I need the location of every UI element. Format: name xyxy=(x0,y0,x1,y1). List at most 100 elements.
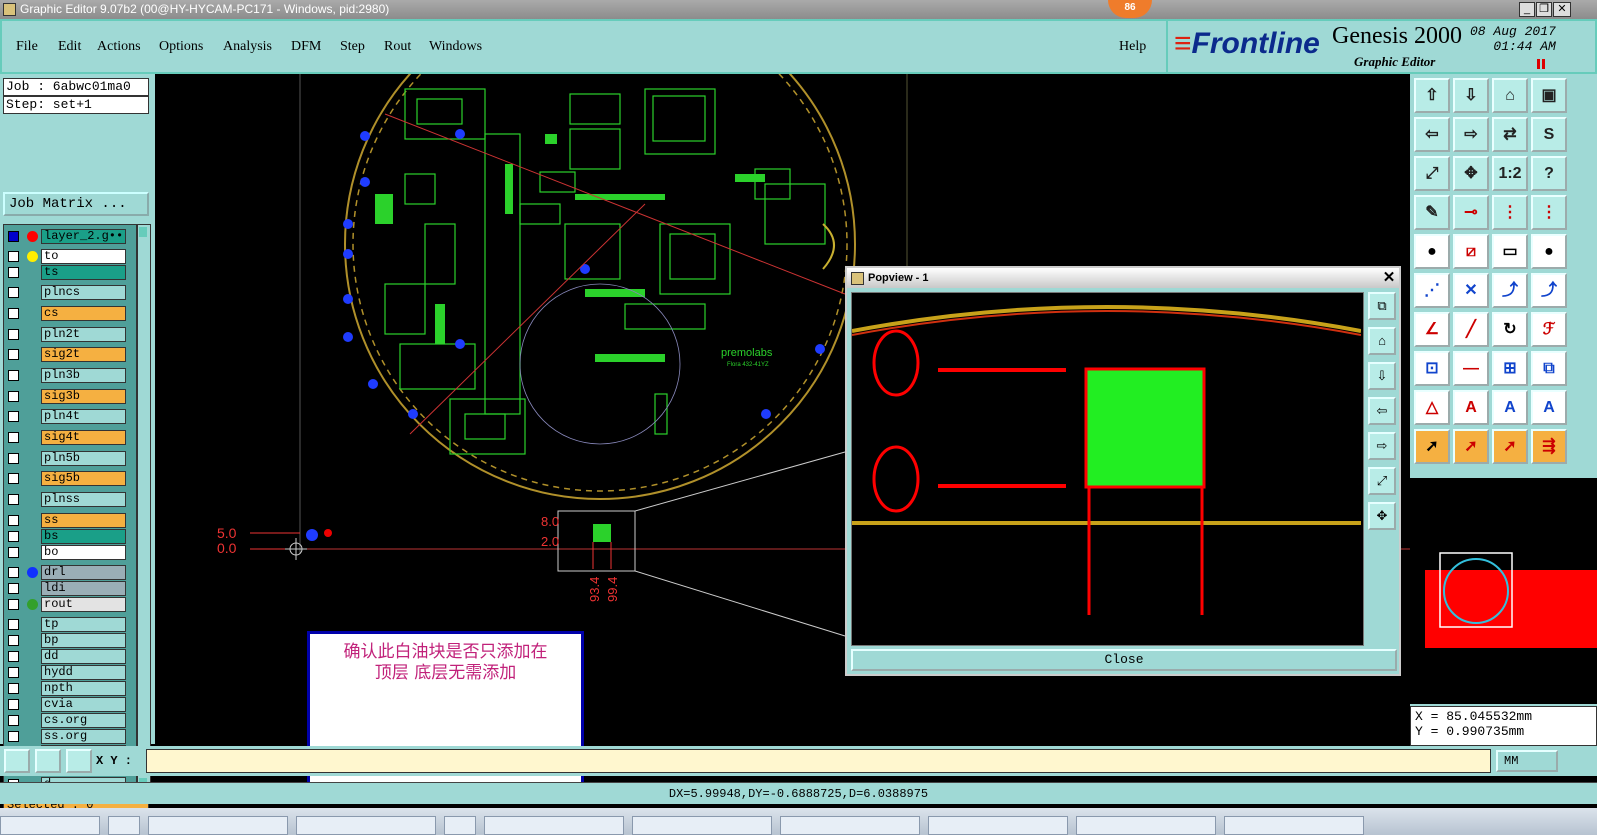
layer-checkbox[interactable] xyxy=(8,308,19,319)
layer-row[interactable]: cs.org xyxy=(8,713,126,728)
scroll-up-arrow[interactable] xyxy=(139,227,147,237)
layer-row[interactable]: sig3b xyxy=(8,389,126,404)
snap-icon[interactable] xyxy=(4,749,30,773)
layer-checkbox[interactable] xyxy=(8,567,19,578)
taskbar-item[interactable] xyxy=(484,816,624,835)
layer-name[interactable]: ss.org xyxy=(41,729,126,744)
add-pad-icon[interactable]: ⊡ xyxy=(1414,351,1450,386)
layer-name[interactable]: cs xyxy=(41,306,126,321)
popview-zoom-in-icon[interactable]: ✥ xyxy=(1368,502,1396,530)
minimize-button[interactable]: _ xyxy=(1519,2,1535,17)
layer-checkbox[interactable] xyxy=(8,731,19,742)
layer-row[interactable]: hydd xyxy=(8,665,126,680)
menu-dfm[interactable]: DFM xyxy=(291,39,321,55)
line-icon[interactable]: ╱ xyxy=(1453,312,1489,347)
ruler-icon[interactable]: ▭ xyxy=(1492,234,1528,269)
taskbar-item[interactable] xyxy=(780,816,920,835)
pan-left-icon[interactable]: ⇦ xyxy=(1414,117,1450,152)
cut-icon[interactable]: ✕ xyxy=(1453,273,1489,308)
job-matrix-button[interactable]: Job Matrix ... xyxy=(3,192,149,216)
layer-checkbox[interactable] xyxy=(8,267,19,278)
triangle-icon[interactable]: △ xyxy=(1414,390,1450,425)
swap-icon[interactable]: ⇄ xyxy=(1492,117,1528,152)
menu-step[interactable]: Step xyxy=(340,39,365,55)
pan-right-icon[interactable]: ⇨ xyxy=(1453,117,1489,152)
layer-name[interactable]: tp xyxy=(41,617,126,632)
layer-row[interactable]: sig5b xyxy=(8,471,126,486)
move-alt-icon[interactable]: ⤴ xyxy=(1531,273,1567,308)
layer-name[interactable]: sig5b xyxy=(41,471,126,486)
layer-row[interactable]: tp xyxy=(8,617,126,632)
layer-name[interactable]: cs.org xyxy=(41,713,126,728)
layer-up-icon[interactable]: ⇧ xyxy=(1414,78,1450,113)
layer-row[interactable]: dd xyxy=(8,649,126,664)
layer-checkbox[interactable] xyxy=(8,370,19,381)
layer-name[interactable]: layer_2.g•• xyxy=(41,229,126,244)
layer-name[interactable]: pln5b xyxy=(41,451,126,466)
layer-name[interactable]: bp xyxy=(41,633,126,648)
layer-checkbox[interactable] xyxy=(8,547,19,558)
layer-checkbox[interactable] xyxy=(8,251,19,262)
dash-icon[interactable]: — xyxy=(1453,351,1489,386)
layer-checkbox[interactable] xyxy=(8,391,19,402)
popview-pan-down-icon[interactable]: ⇩ xyxy=(1368,362,1396,390)
menu-actions[interactable]: Actions xyxy=(97,39,141,55)
popview-zoom-home-icon[interactable]: ⌂ xyxy=(1368,327,1396,355)
draw-line-icon[interactable]: ⧄ xyxy=(1453,234,1489,269)
layer-checkbox[interactable] xyxy=(8,515,19,526)
layer-checkbox[interactable] xyxy=(8,287,19,298)
layer-checkbox[interactable] xyxy=(8,531,19,542)
layer-name[interactable]: sig2t xyxy=(41,347,126,362)
layer-name[interactable]: bs xyxy=(41,529,126,544)
pointer-icon[interactable]: ➚ xyxy=(1414,429,1450,464)
center-icon[interactable]: ✥ xyxy=(1453,156,1489,191)
taskbar-item[interactable] xyxy=(0,816,100,835)
layer-checkbox[interactable] xyxy=(8,411,19,422)
layer-checkbox[interactable] xyxy=(8,667,19,678)
layer-checkbox[interactable] xyxy=(8,432,19,443)
layer-row[interactable]: npth xyxy=(8,681,126,696)
layer-name[interactable]: hydd xyxy=(41,665,126,680)
window-icon[interactable]: ▣ xyxy=(1531,78,1567,113)
layer-checkbox[interactable] xyxy=(8,473,19,484)
layer-row[interactable]: pln5b xyxy=(8,451,126,466)
layer-name[interactable]: sig4t xyxy=(41,430,126,445)
layer-checkbox[interactable] xyxy=(8,635,19,646)
layer-checkbox[interactable] xyxy=(8,453,19,464)
layer-name[interactable]: rout xyxy=(41,597,126,612)
palette-icon[interactable]: ✎ xyxy=(1414,195,1450,230)
popview-pan-left-icon[interactable]: ⇦ xyxy=(1368,397,1396,425)
layer-row[interactable]: sig4t xyxy=(8,430,126,445)
popview-close-button[interactable]: Close xyxy=(851,649,1397,671)
resize-icon[interactable]: ⊞ xyxy=(1492,351,1528,386)
taskbar-item[interactable] xyxy=(108,816,140,835)
layer-name[interactable]: dd xyxy=(41,649,126,664)
text-down-icon[interactable]: A xyxy=(1531,390,1567,425)
layer-list-scrollbar[interactable] xyxy=(137,224,151,791)
layer-name[interactable]: npth xyxy=(41,681,126,696)
popview-zoom-fit-icon[interactable]: ⤢ xyxy=(1368,467,1396,495)
circle-pad-icon[interactable]: ● xyxy=(1531,234,1567,269)
mirror-icon[interactable]: ℱ xyxy=(1531,312,1567,347)
net-icon[interactable]: ⋰ xyxy=(1414,273,1450,308)
taskbar-item[interactable] xyxy=(1076,816,1216,835)
layer-row[interactable]: ldi xyxy=(8,581,126,596)
layer-name[interactable]: sig3b xyxy=(41,389,126,404)
layer-checkbox[interactable] xyxy=(8,349,19,360)
scale-one-to-one-icon[interactable]: 1:2 xyxy=(1492,156,1528,191)
connect-alt-icon[interactable]: ⋮ xyxy=(1531,195,1567,230)
close-window-button[interactable]: ✕ xyxy=(1553,2,1571,17)
menu-edit[interactable]: Edit xyxy=(58,39,81,55)
layer-name[interactable]: ss xyxy=(41,513,126,528)
popview-titlebar[interactable]: Popview - 1 ✕ xyxy=(847,268,1399,288)
probe-icon[interactable]: ⊸ xyxy=(1453,195,1489,230)
angle-icon[interactable]: ∠ xyxy=(1414,312,1450,347)
layer-down-icon[interactable]: ⇩ xyxy=(1453,78,1489,113)
menu-file[interactable]: File xyxy=(16,39,38,55)
layer-row[interactable]: bs xyxy=(8,529,126,544)
layer-name[interactable]: plncs xyxy=(41,285,126,300)
layer-name[interactable]: ldi xyxy=(41,581,126,596)
popview-copy-icon[interactable]: ⧉ xyxy=(1368,292,1396,320)
layer-row[interactable]: bp xyxy=(8,633,126,648)
layer-row[interactable]: plnss xyxy=(8,492,126,507)
